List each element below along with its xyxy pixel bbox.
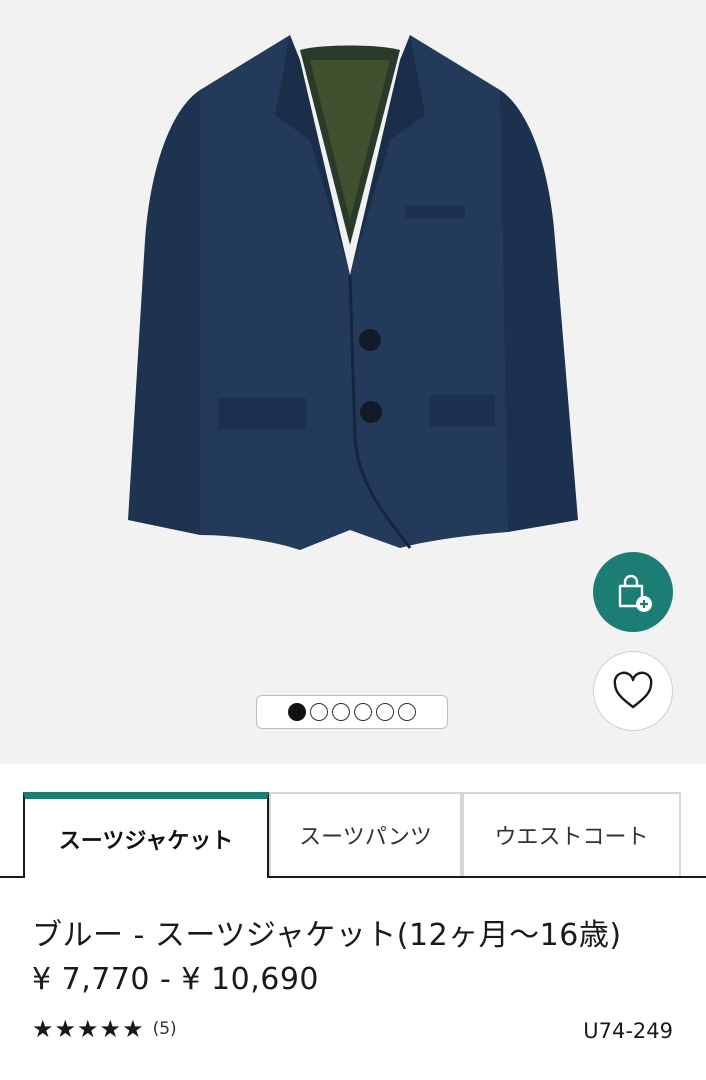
- tab-suit-pants[interactable]: スーツパンツ: [269, 792, 462, 876]
- product-tabs: スーツジャケット スーツパンツ ウエストコート: [0, 792, 706, 878]
- pagination-dot[interactable]: [332, 703, 350, 721]
- rating[interactable]: ★ ★ ★ ★ ★ (5): [32, 1017, 177, 1041]
- tab-suit-jacket[interactable]: スーツジャケット: [23, 792, 269, 878]
- pagination-dot[interactable]: [310, 703, 328, 721]
- pagination-dot[interactable]: [398, 703, 416, 721]
- image-pagination: [256, 695, 448, 729]
- product-price: ¥ 7,770 - ¥ 10,690: [32, 962, 319, 997]
- product-title: ブルー - スーツジャケット(12ヶ月〜16歳): [32, 918, 622, 953]
- pagination-dot[interactable]: [354, 703, 372, 721]
- review-count[interactable]: (5): [153, 1019, 177, 1039]
- tab-waistcoat[interactable]: ウエストコート: [462, 792, 681, 876]
- star-icon: ★: [32, 1015, 54, 1043]
- product-sku: U74-249: [583, 1019, 673, 1043]
- star-icon: ★: [77, 1015, 99, 1043]
- star-icon: ★: [99, 1015, 122, 1043]
- star-icon: ★: [54, 1015, 77, 1043]
- pagination-dot[interactable]: [288, 703, 306, 721]
- product-image-area: [0, 0, 706, 764]
- add-to-bag-button[interactable]: [593, 552, 673, 632]
- pagination-dot[interactable]: [376, 703, 394, 721]
- star-icon: ★: [122, 1015, 144, 1043]
- heart-icon: [613, 671, 653, 709]
- shopping-bag-add-icon: [618, 574, 652, 612]
- product-image[interactable]: [100, 20, 600, 580]
- favorite-button[interactable]: [593, 651, 673, 731]
